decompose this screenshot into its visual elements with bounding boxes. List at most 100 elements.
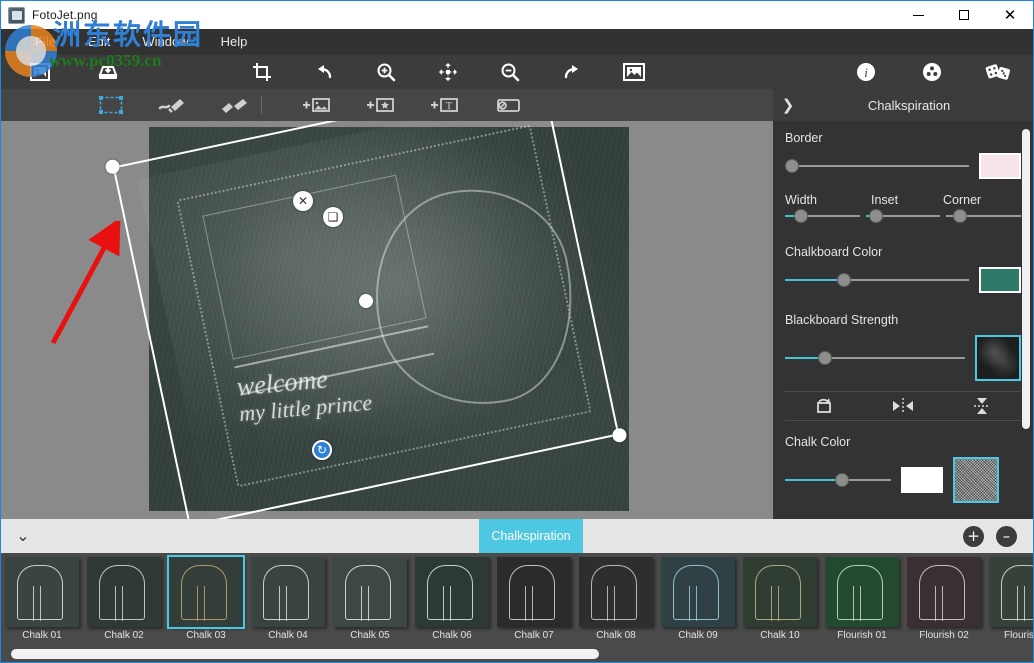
chalkboard-color-slider[interactable] [785,273,969,287]
blackboard-strength-row [785,335,1021,381]
minimize-button[interactable] [895,1,941,29]
width-slider[interactable] [785,209,860,223]
chalk-color-knob[interactable] [835,473,849,487]
undo-icon[interactable] [307,57,341,87]
menu-item-file[interactable]: File [19,29,72,55]
blackboard-strength-knob[interactable] [818,351,832,365]
filmstrip-item[interactable]: Chalk 08 [575,553,657,641]
eraser-brush-icon[interactable] [217,92,253,118]
add-sticker-icon[interactable] [362,92,398,118]
randomize-dice-icon[interactable] [981,57,1015,87]
resize-handle-top-left[interactable] [104,158,121,175]
settings-icon[interactable] [915,57,949,87]
thumbnail-tie-icon [361,586,368,621]
width-slider-knob[interactable] [794,209,808,223]
inset-slider[interactable] [866,209,941,223]
annotation-arrow-icon [41,221,131,351]
crop-icon[interactable] [245,57,279,87]
canvas-area[interactable]: welcome my little prince ✕ ❏ ↻ [1,121,773,519]
filmstrip-thumbnail[interactable] [497,557,571,627]
duplicate-layer-handle[interactable]: ❏ [323,207,343,227]
filmstrip-item[interactable]: Chalk 03 [165,553,247,641]
filmstrip-thumbnail[interactable] [989,557,1033,627]
filmstrip-thumbnail[interactable] [251,557,325,627]
filmstrip-thumbnail[interactable] [5,557,79,627]
flip-horizontal-icon[interactable] [864,392,943,420]
center-move-handle[interactable] [358,293,375,310]
filmstrip-scrollbar[interactable] [1,646,1033,662]
flip-vertical-icon[interactable] [942,392,1021,420]
blackboard-texture-thumbnail[interactable] [975,335,1021,381]
properties-panel: Border Width Inset Corner [773,121,1033,519]
minimize-icon [913,15,924,16]
zoom-in-icon[interactable] [369,57,403,87]
filmstrip-item[interactable]: Chalk 04 [247,553,329,641]
border-slider[interactable] [785,159,969,173]
filmstrip-thumbnail[interactable] [415,557,489,627]
info-icon[interactable]: i [849,57,883,87]
filmstrip-thumbnail[interactable] [661,557,735,627]
menu-item-edit[interactable]: Edit [72,29,126,55]
blackboard-strength-slider[interactable] [785,351,965,365]
delete-layer-handle[interactable]: ✕ [293,191,313,211]
template-filmstrip[interactable]: Chalk 01Chalk 02Chalk 03Chalk 04Chalk 05… [1,553,1033,646]
chalkboard-color-knob[interactable] [837,273,851,287]
filmstrip-item[interactable]: Chalk 01 [1,553,83,641]
rotate-handle[interactable]: ↻ [312,440,332,460]
filmstrip-item[interactable]: Chalk 07 [493,553,575,641]
chalkboard-color-swatch[interactable] [979,267,1021,293]
corner-slider[interactable] [946,209,1021,223]
filmstrip-item[interactable]: Chalk 10 [739,553,821,641]
zoom-out-icon[interactable] [493,57,527,87]
save-image-icon[interactable] [91,57,125,87]
border-slider-knob[interactable] [785,159,799,173]
svg-text:T: T [446,100,453,112]
chevron-right-icon[interactable]: ❯ [773,96,803,114]
add-image-icon[interactable] [298,92,334,118]
application-window: FotoJet.png ✕ File Edit Window Help [0,0,1034,663]
panel-vertical-scrollbar[interactable] [1022,129,1030,429]
inset-slider-knob[interactable] [869,209,883,223]
border-color-swatch[interactable] [979,153,1021,179]
chalk-color-swatch[interactable] [901,467,943,493]
pan-move-icon[interactable] [431,57,465,87]
filmstrip-thumbnail[interactable] [743,557,817,627]
filmstrip-item[interactable]: Chalk 06 [411,553,493,641]
corner-slider-knob[interactable] [953,209,967,223]
maximize-button[interactable] [941,1,987,29]
shape-tool-icon[interactable] [490,92,526,118]
menu-item-help[interactable]: Help [205,29,264,55]
brush-tool-icon[interactable] [155,92,191,118]
thumbnail-tie-icon [689,586,696,621]
filmstrip-item[interactable]: Flourish 01 [821,553,903,641]
fit-image-icon[interactable] [617,57,651,87]
chalk-texture-thumbnail[interactable] [953,457,999,503]
tab-chalkspiration[interactable]: Chalkspiration [479,519,583,553]
filmstrip-item[interactable]: Flourish 0 [985,553,1033,641]
chevron-down-icon[interactable]: ⌄ [1,526,45,546]
add-button[interactable]: + [963,526,984,547]
filmstrip-thumbnail[interactable] [333,557,407,627]
chalk-color-label: Chalk Color [785,435,1021,449]
menu-item-window[interactable]: Window [126,29,204,55]
filmstrip-item-label: Flourish 01 [821,630,903,641]
filmstrip-scrollbar-thumb[interactable] [11,649,599,659]
maximize-icon [959,10,969,20]
selection-tool-button[interactable] [93,92,129,118]
remove-button[interactable]: – [996,526,1017,547]
redo-icon[interactable] [555,57,589,87]
filmstrip-thumbnail[interactable] [825,557,899,627]
filmstrip-thumbnail[interactable] [907,557,981,627]
chalk-color-slider[interactable] [785,473,891,487]
add-text-icon[interactable]: T [426,92,462,118]
filmstrip-item[interactable]: Flourish 02 [903,553,985,641]
rotate-layer-icon[interactable] [785,392,864,420]
filmstrip-thumbnail[interactable] [87,557,161,627]
filmstrip-item[interactable]: Chalk 09 [657,553,739,641]
open-image-icon[interactable] [23,57,57,87]
filmstrip-thumbnail[interactable] [579,557,653,627]
close-button[interactable]: ✕ [987,1,1033,29]
filmstrip-thumbnail[interactable] [169,557,243,627]
filmstrip-item[interactable]: Chalk 02 [83,553,165,641]
filmstrip-item[interactable]: Chalk 05 [329,553,411,641]
